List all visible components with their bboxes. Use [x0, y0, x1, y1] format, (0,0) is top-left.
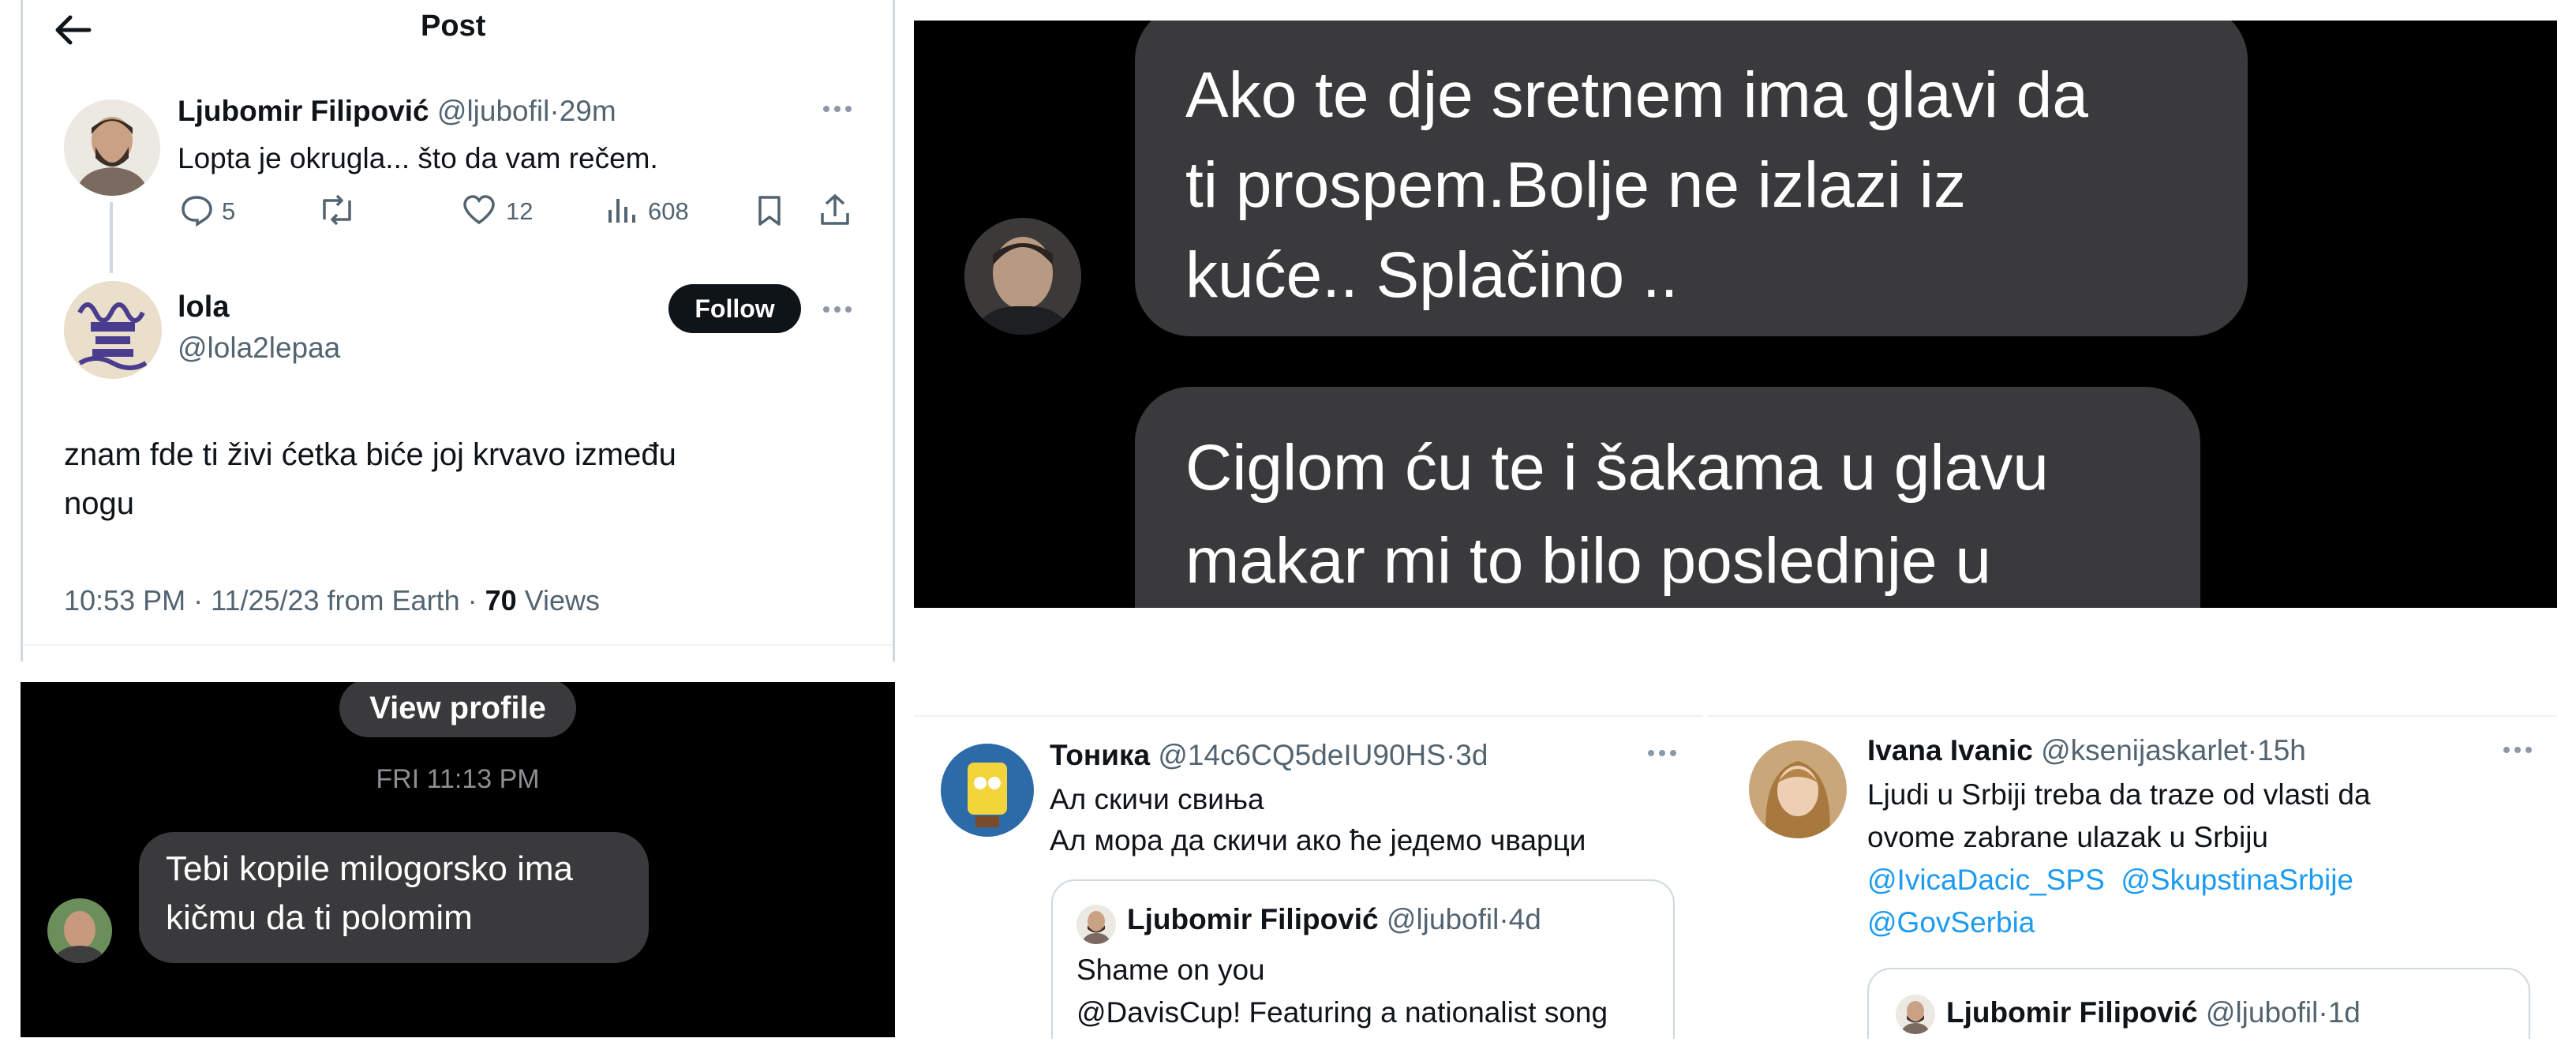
reply-icon[interactable]	[179, 193, 214, 227]
quote-author-name: Ljubomir Filipović	[1127, 903, 1379, 935]
divider	[23, 644, 893, 646]
more-options-icon[interactable]	[820, 101, 855, 117]
toni-avatar[interactable]	[941, 744, 1034, 837]
chat-bubble: Tebi kopile milogorsko ima kičmu da ti p…	[139, 832, 649, 963]
author-name[interactable]: Ljubomir Filipović	[178, 95, 429, 127]
retweet-icon[interactable]	[316, 193, 358, 227]
quote-header: Ljubomir Filipović @ljubofil·1d	[1946, 996, 2361, 1029]
ivana-avatar[interactable]	[1749, 740, 1847, 838]
chat-bubble-line: Ako te dje sretnem ima glavi da	[1185, 59, 2088, 131]
ivana-text-line2: ovome zabrane ulazak u Srbiju	[1867, 821, 2269, 853]
ivana-header: Ivana Ivanic @ksenijaskarlet·15h	[1867, 734, 2306, 767]
reply-text-line2: nogu	[64, 486, 134, 521]
toni-time[interactable]: 3d	[1455, 739, 1488, 771]
follow-button[interactable]: Follow	[668, 284, 801, 333]
views-count: 608	[648, 197, 689, 225]
quote-header: Ljubomir Filipović @ljubofil·4d	[1127, 903, 1541, 936]
chat-bubble-line: kičmu da ti polomim	[166, 898, 473, 937]
reply-views-label: Views	[516, 584, 601, 617]
dot-separator: ·	[1445, 739, 1456, 771]
reply-timestamp: 10:53 PM · 11/25/23 from Earth ·	[64, 584, 485, 617]
post-panel: Post Ljubomir Filipović @ljubofil·29m Lo…	[21, 0, 895, 662]
reply-meta: 10:53 PM · 11/25/23 from Earth · 70 View…	[64, 584, 600, 617]
ivana-time[interactable]: 15h	[2257, 734, 2306, 767]
sender-avatar[interactable]	[964, 218, 1081, 335]
chat-bottom-panel: View profile FRI 11:13 PM Tebi kopile mi…	[21, 682, 895, 1037]
dot-separator: ·	[549, 95, 560, 127]
author-avatar[interactable]	[64, 99, 160, 196]
toni-text-line1: Ал скичи свиња	[1050, 783, 1264, 815]
chat-bubble-line: Tebi kopile milogorsko ima	[166, 849, 573, 888]
reply-text-line1: znam fde ti živi ćetka biće joj krvavo i…	[64, 437, 676, 472]
tweet-text: Lopta je okrugla... što da vam rečem.	[178, 142, 658, 174]
dot-separator: ·	[2247, 734, 2258, 767]
ivana-mentions: @IvicaDacic_SPS @SkupstinaSrbije	[1867, 864, 2353, 897]
mention-link[interactable]: @GovSerbia	[1867, 906, 2035, 939]
more-options-icon[interactable]	[820, 302, 855, 317]
tweet-ivana-panel: Ivana Ivanic @ksenijaskarlet·15h Ljudi u…	[1708, 715, 2557, 1039]
share-icon[interactable]	[818, 193, 852, 227]
toni-header: Тоника @14c6CQ5deIU90HS·3d	[1050, 739, 1488, 772]
reply-count: 5	[222, 197, 236, 225]
chat-bubble-line: ti prospem.Bolje ne izlazi iz	[1185, 149, 1966, 221]
quoted-tweet[interactable]: Ljubomir Filipović @ljubofil·4d Shame on…	[1051, 879, 1675, 1039]
chat-bubble-line: Ciglom ću te i šakama u glavu	[1185, 432, 2049, 504]
chat-bubble: Ciglom ću te i šakama u glavu makar mi t…	[1135, 387, 2200, 608]
quote-text-line2: @DavisCup! Featuring a nationalist song	[1076, 996, 1608, 1029]
toni-text-line2: Ал мора да скичи ако ће једемо чварци	[1050, 824, 1586, 856]
quote-text-line1: Shame on you	[1076, 954, 1265, 986]
reply-views-count: 70	[485, 584, 517, 617]
lola-handle[interactable]: @lola2lepaa	[178, 332, 340, 365]
more-options-icon[interactable]	[1645, 745, 1679, 761]
mention-link[interactable]: @IvicaDacic_SPS	[1867, 864, 2105, 896]
sender-avatar[interactable]	[47, 898, 112, 963]
chat-bubble: Ako te dje sretnem ima glavi da ti prosp…	[1135, 21, 2248, 336]
dot-separator: ·	[2318, 996, 2328, 1029]
lola-avatar[interactable]	[64, 281, 162, 379]
quote-author-name: Ljubomir Filipović	[1946, 996, 2198, 1029]
page-title: Post	[421, 9, 486, 43]
quote-time: 4d	[1508, 903, 1541, 935]
quote-author-avatar	[1076, 905, 1116, 944]
chat-top-panel: Ako te dje sretnem ima glavi da ti prosp…	[914, 21, 2557, 608]
tweet-header: Ljubomir Filipović @ljubofil·29m	[178, 95, 616, 128]
chat-bubble-line: makar mi to bilo poslednje u	[1185, 525, 1991, 597]
view-profile-button[interactable]: View profile	[339, 682, 576, 737]
quote-author-avatar	[1896, 995, 1935, 1034]
author-handle[interactable]: @ljubofil	[437, 95, 549, 127]
lola-name[interactable]: lola	[178, 290, 229, 324]
chat-bubble-line: kuće.. Splačino ..	[1185, 239, 1679, 311]
like-count: 12	[506, 197, 534, 225]
ivana-name[interactable]: Ivana Ivanic	[1867, 734, 2033, 767]
quote-author-handle: @ljubofil	[2205, 996, 2319, 1029]
like-icon[interactable]	[462, 194, 496, 226]
toni-handle[interactable]: @14c6CQ5deIU90HS	[1158, 739, 1446, 771]
more-options-icon[interactable]	[2500, 742, 2535, 758]
back-arrow-icon[interactable]	[53, 13, 92, 47]
thread-line	[110, 202, 113, 273]
toni-name[interactable]: Тоника	[1050, 739, 1150, 771]
quote-author-handle: @ljubofil	[1386, 903, 1500, 935]
ivana-text-line1: Ljudi u Srbiji treba da traze od vlasti …	[1867, 778, 2371, 811]
dot-separator: ·	[1499, 903, 1509, 935]
mention-link[interactable]: @SkupstinaSrbije	[2121, 864, 2353, 896]
views-icon[interactable]	[605, 194, 637, 226]
quote-time: 1d	[2327, 996, 2361, 1029]
quoted-tweet[interactable]: Ljubomir Filipović @ljubofil·1d	[1867, 968, 2530, 1039]
tweet-toni-panel: Тоника @14c6CQ5deIU90HS·3d Ал скичи свињ…	[914, 715, 1703, 1039]
bookmark-icon[interactable]	[755, 194, 784, 227]
ivana-handle[interactable]: @ksenijaskarlet	[2041, 734, 2248, 767]
tweet-time[interactable]: 29m	[560, 95, 616, 127]
chat-timestamp: FRI 11:13 PM	[376, 764, 540, 794]
